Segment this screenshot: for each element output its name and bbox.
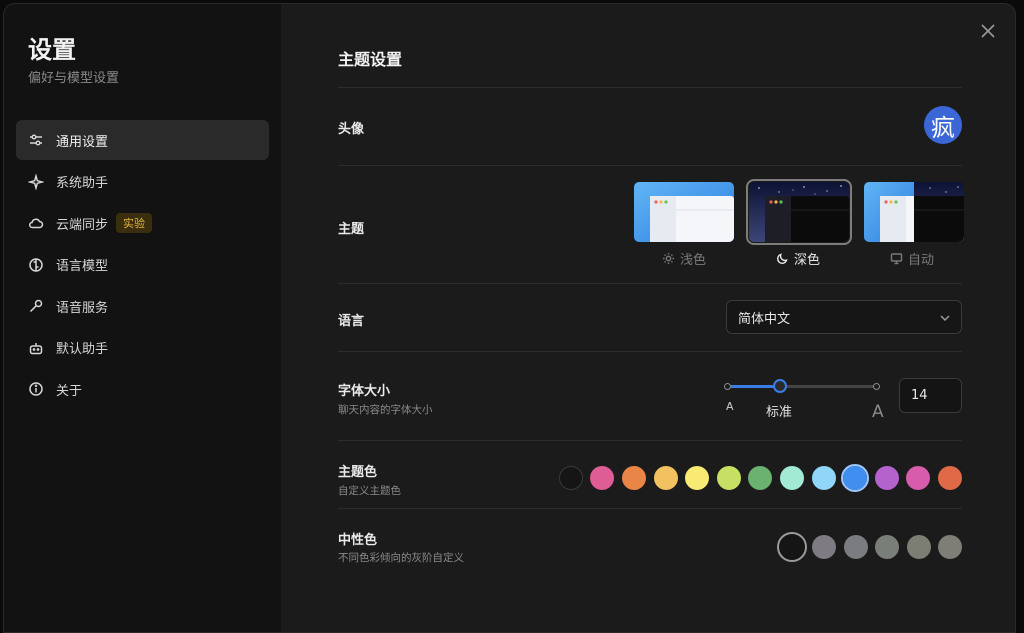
sidebar-item-about[interactable]: 关于 [16,369,269,409]
sidebar-item-general[interactable]: 通用设置 [16,120,269,160]
page-title: 主题设置 [338,50,403,69]
experimental-badge: 实验 [116,213,153,233]
sidebar: 设置 偏好与模型设置 通用设置 系统助手 云端同步 实验 语言模型 语音服务 默… [4,4,281,632]
font-small-mark: A [726,400,734,413]
color-swatch[interactable] [653,466,678,490]
color-swatch[interactable] [812,535,837,559]
main-panel: 主题设置 头像 疯 主题 浅色 深色 自动 语言 简体中文 字体大小 聊天内容的… [338,4,964,632]
sun-icon [663,253,674,264]
sidebar-item-default-assistant[interactable]: 默认助手 [16,328,269,368]
brain-icon [28,257,44,273]
robot-icon [28,340,44,356]
theme-option-light[interactable] [634,182,734,242]
neutral-color-row: 中性色 不同色彩倾向的灰阶自定义 [338,508,962,578]
language-label: 语言 [338,314,365,329]
color-swatch[interactable] [843,535,868,559]
font-size-desc: 聊天内容的字体大小 [338,404,433,416]
theme-dark-text: 深色 [794,253,821,268]
theme-option-dark[interactable] [746,179,852,245]
moon-icon [777,253,788,264]
color-swatch[interactable] [748,466,773,490]
primary-color-desc: 自定义主题色 [338,485,401,497]
color-swatch[interactable] [906,466,931,490]
theme-option-auto[interactable] [864,182,964,242]
sidebar-item-label: 关于 [56,383,83,399]
font-size-row: 字体大小 聊天内容的字体大小 A 标准 A 14 [338,351,962,440]
language-row: 语言 简体中文 [338,283,962,351]
color-swatch[interactable] [874,466,899,490]
sidebar-item-label: 默认助手 [56,342,109,357]
color-swatch[interactable] [811,466,836,490]
font-size-slider-thumb[interactable] [773,379,788,393]
neutral-color-desc: 不同色彩倾向的灰阶自定义 [338,552,464,564]
language-select[interactable]: 简体中文 [726,300,962,334]
color-swatch[interactable] [777,532,807,562]
chevron-down-icon [940,315,950,322]
language-select-value: 简体中文 [738,311,791,327]
sidebar-item-system-assistant[interactable]: 系统助手 [16,162,269,202]
color-swatch[interactable] [938,535,962,559]
avatar-char: 疯 [931,113,955,142]
color-swatch[interactable] [875,535,900,559]
sidebar-item-language-model[interactable]: 语言模型 [16,245,269,285]
font-size-label: 字体大小 [338,384,391,399]
sidebar-item-label: 云端同步 [56,217,109,233]
theme-option-auto-label: 自动 [890,249,934,268]
font-size-input[interactable]: 14 [899,378,962,413]
primary-color-row: 主题色 自定义主题色 [338,440,962,508]
theme-option-light-label: 浅色 [662,249,706,268]
sparkle-icon [28,173,44,190]
font-large-mark: A [872,402,884,422]
color-swatch[interactable] [622,466,646,490]
font-size-value: 14 [911,388,928,403]
sidebar-item-label: 语言模型 [56,259,109,274]
color-swatch[interactable] [590,466,615,490]
avatar-row: 头像 疯 [338,87,962,165]
color-swatch[interactable] [906,535,931,559]
sliders-icon [28,132,44,148]
sidebar-item-label: 语音服务 [56,300,109,316]
close-icon[interactable] [979,22,997,40]
sidebar-subtitle: 偏好与模型设置 [28,71,120,86]
color-swatch[interactable] [841,464,870,492]
theme-label: 主题 [338,222,365,237]
sidebar-item-voice-service[interactable]: 语音服务 [16,286,269,326]
settings-window: 设置 偏好与模型设置 通用设置 系统助手 云端同步 实验 语言模型 语音服务 默… [3,3,1016,633]
cloud-icon [28,215,44,231]
color-swatch[interactable] [938,466,962,490]
avatar-label: 头像 [338,122,365,137]
slider-min-dot [724,383,731,390]
theme-option-dark-label: 深色 [776,249,820,268]
avatar[interactable]: 疯 [924,106,962,144]
sidebar-item-cloud-sync[interactable]: 云端同步 实验 [16,203,269,243]
font-size-slider[interactable] [724,379,880,393]
theme-row: 主题 浅色 深色 自动 [338,165,964,283]
sidebar-item-label: 通用设置 [56,134,109,150]
primary-color-label: 主题色 [338,465,378,480]
sidebar-nav: 通用设置 系统助手 云端同步 实验 语言模型 语音服务 默认助手 关于 [16,120,269,411]
info-icon [28,381,44,397]
color-swatch[interactable] [716,466,741,490]
neutral-color-label: 中性色 [338,533,378,548]
color-swatch[interactable] [558,466,583,490]
monitor-icon [890,253,903,265]
sidebar-title: 设置 [28,36,76,64]
color-swatch[interactable] [780,466,804,490]
sidebar-item-label: 系统助手 [56,176,109,191]
color-swatch[interactable] [685,466,710,490]
slider-max-dot [873,383,880,390]
microphone-icon [28,298,44,314]
theme-auto-text: 自动 [908,253,935,268]
theme-light-text: 浅色 [680,253,707,268]
font-standard-mark: 标准 [766,405,793,420]
